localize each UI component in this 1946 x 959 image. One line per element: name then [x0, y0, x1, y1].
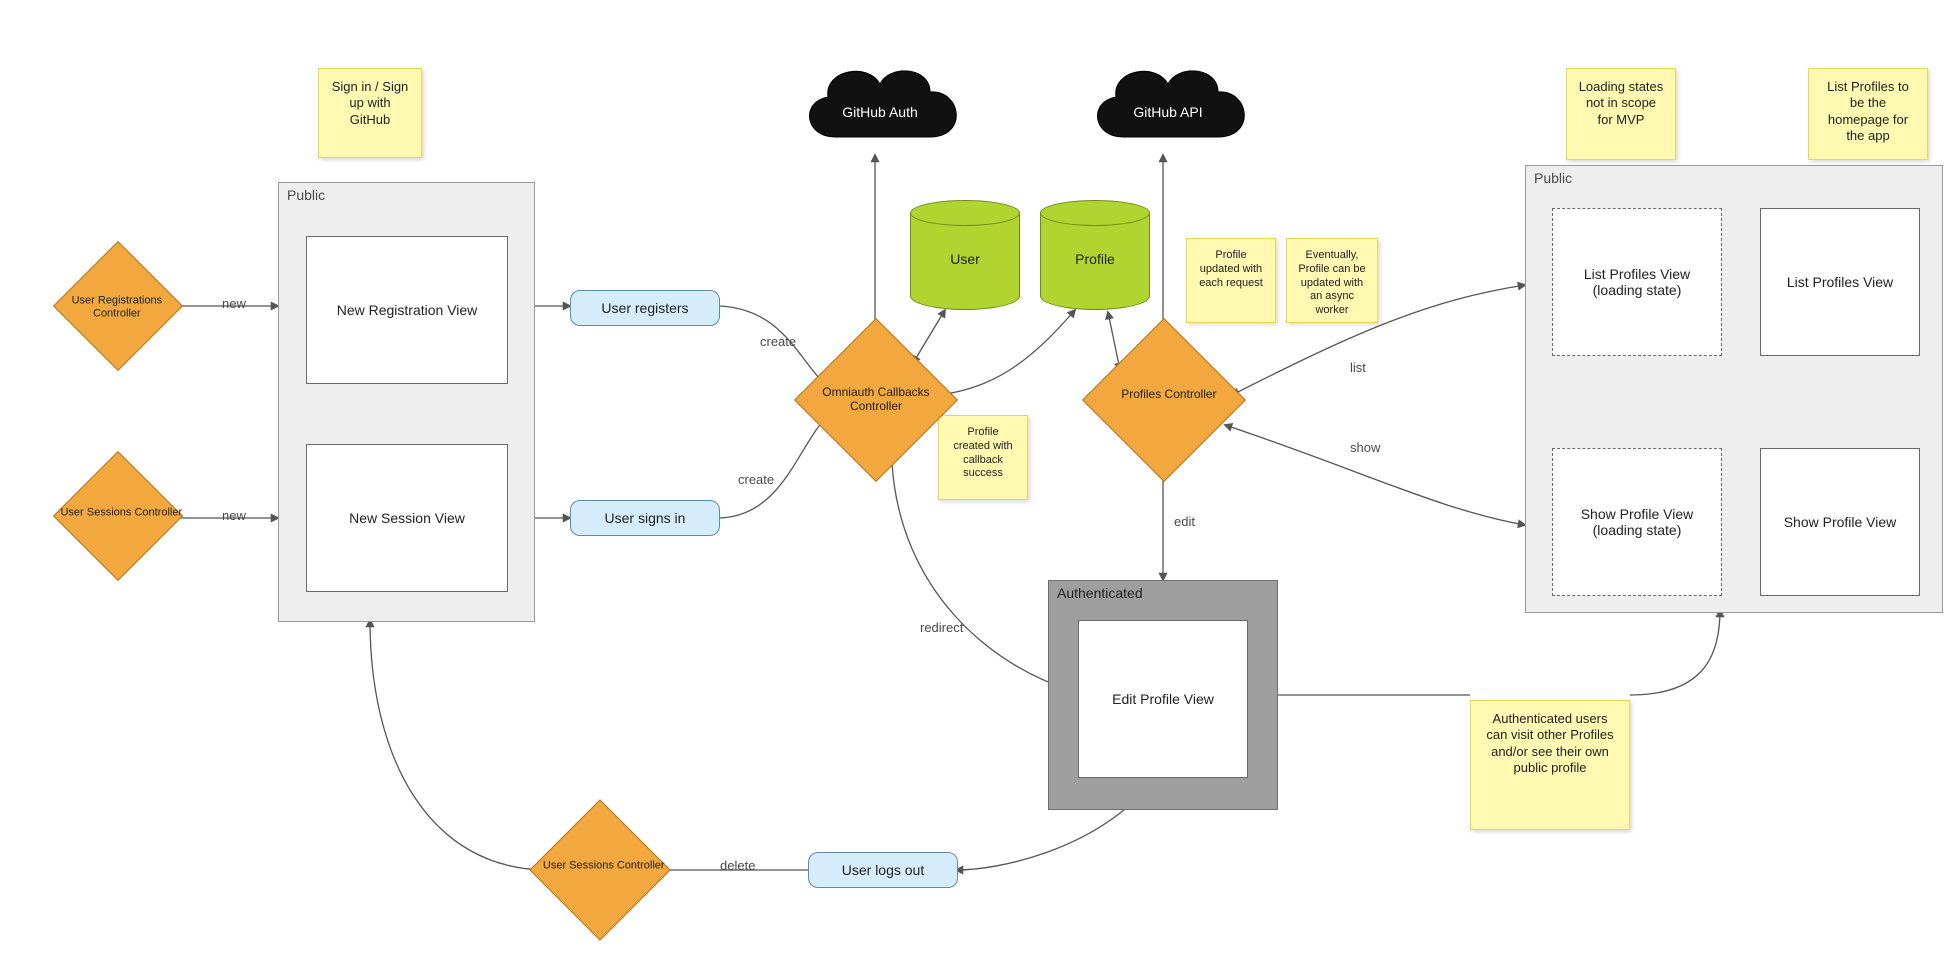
- note-text: Profile updated with each request: [1199, 249, 1263, 289]
- controller-user-sessions-top: User Sessions Controller: [53, 451, 183, 581]
- view-label: List Profiles View (loading state): [1559, 266, 1715, 298]
- note-auth-visit: Authenticated users can visit other Prof…: [1470, 700, 1630, 830]
- view-show-profile: Show Profile View: [1760, 448, 1920, 596]
- edge-label-create-2: create: [738, 472, 774, 487]
- cloud-github-api: GitHub API: [1078, 42, 1258, 162]
- diamond-label: Omniauth Callbacks Controller: [796, 386, 956, 414]
- action-user-signs-in: User signs in: [570, 500, 720, 536]
- note-loading-states: Loading states not in scope for MVP: [1566, 68, 1676, 160]
- note-text: Eventually, Profile can be updated with …: [1298, 249, 1365, 316]
- note-text: List Profiles to be the homepage for the…: [1827, 79, 1909, 143]
- diamond-label: User Registrations Controller: [54, 295, 180, 320]
- action-label: User signs in: [605, 510, 686, 526]
- view-label: New Registration View: [337, 302, 478, 318]
- diamond-label: Profiles Controller: [1089, 388, 1249, 402]
- view-label: New Session View: [349, 510, 465, 526]
- edge-label-new-1: new: [222, 296, 246, 311]
- note-text: Sign in / Sign up with GitHub: [332, 79, 409, 127]
- note-text: Loading states not in scope for MVP: [1579, 79, 1664, 127]
- group-label: Authenticated: [1057, 585, 1143, 601]
- edge-label-edit: edit: [1174, 514, 1195, 529]
- cyl-label: Profile: [1040, 251, 1150, 267]
- edge-label-delete: delete: [720, 858, 755, 873]
- note-text: Profile created with callback success: [953, 426, 1012, 479]
- action-label: User registers: [601, 300, 688, 316]
- action-user-logs-out: User logs out: [808, 852, 958, 888]
- note-signin-signup: Sign in / Sign up with GitHub: [318, 68, 422, 158]
- cloud-label: GitHub Auth: [790, 104, 970, 120]
- view-label: Show Profile View (loading state): [1559, 506, 1715, 538]
- action-user-registers: User registers: [570, 290, 720, 326]
- group-label: Public: [287, 187, 325, 203]
- view-list-profiles: List Profiles View: [1760, 208, 1920, 356]
- edge-label-new-2: new: [222, 508, 246, 523]
- view-new-registration: New Registration View: [306, 236, 508, 384]
- cloud-label: GitHub API: [1078, 104, 1258, 120]
- edge-label-show: show: [1350, 440, 1380, 455]
- view-label: Show Profile View: [1784, 514, 1897, 530]
- edge-label-redirect: redirect: [920, 620, 963, 635]
- view-label: List Profiles View: [1787, 274, 1893, 290]
- view-label: Edit Profile View: [1112, 691, 1214, 707]
- group-label: Public: [1534, 170, 1572, 186]
- note-text: Authenticated users can visit other Prof…: [1486, 711, 1613, 775]
- datastore-user: User: [910, 200, 1020, 310]
- note-profile-callback: Profile created with callback success: [938, 415, 1028, 500]
- view-list-profiles-loading: List Profiles View (loading state): [1552, 208, 1722, 356]
- view-new-session: New Session View: [306, 444, 508, 592]
- cyl-label: User: [910, 251, 1020, 267]
- cloud-github-auth: GitHub Auth: [790, 42, 970, 162]
- note-async-worker: Eventually, Profile can be updated with …: [1286, 238, 1378, 323]
- edge-label-create-1: create: [760, 334, 796, 349]
- controller-profiles: Profiles Controller: [1082, 318, 1246, 482]
- note-list-homepage: List Profiles to be the homepage for the…: [1808, 68, 1928, 160]
- edge-label-list: list: [1350, 360, 1366, 375]
- controller-omniauth-callbacks: Omniauth Callbacks Controller: [794, 318, 958, 482]
- diamond-label: User Sessions Controller: [535, 860, 672, 873]
- diamond-label: User Sessions Controller: [58, 507, 184, 520]
- note-profile-updated: Profile updated with each request: [1186, 238, 1276, 323]
- controller-user-sessions-bottom: User Sessions Controller: [529, 799, 670, 940]
- action-label: User logs out: [842, 862, 924, 878]
- datastore-profile: Profile: [1040, 200, 1150, 310]
- controller-user-registrations: User Registrations Controller: [53, 241, 183, 371]
- view-show-profile-loading: Show Profile View (loading state): [1552, 448, 1722, 596]
- view-edit-profile: Edit Profile View: [1078, 620, 1248, 778]
